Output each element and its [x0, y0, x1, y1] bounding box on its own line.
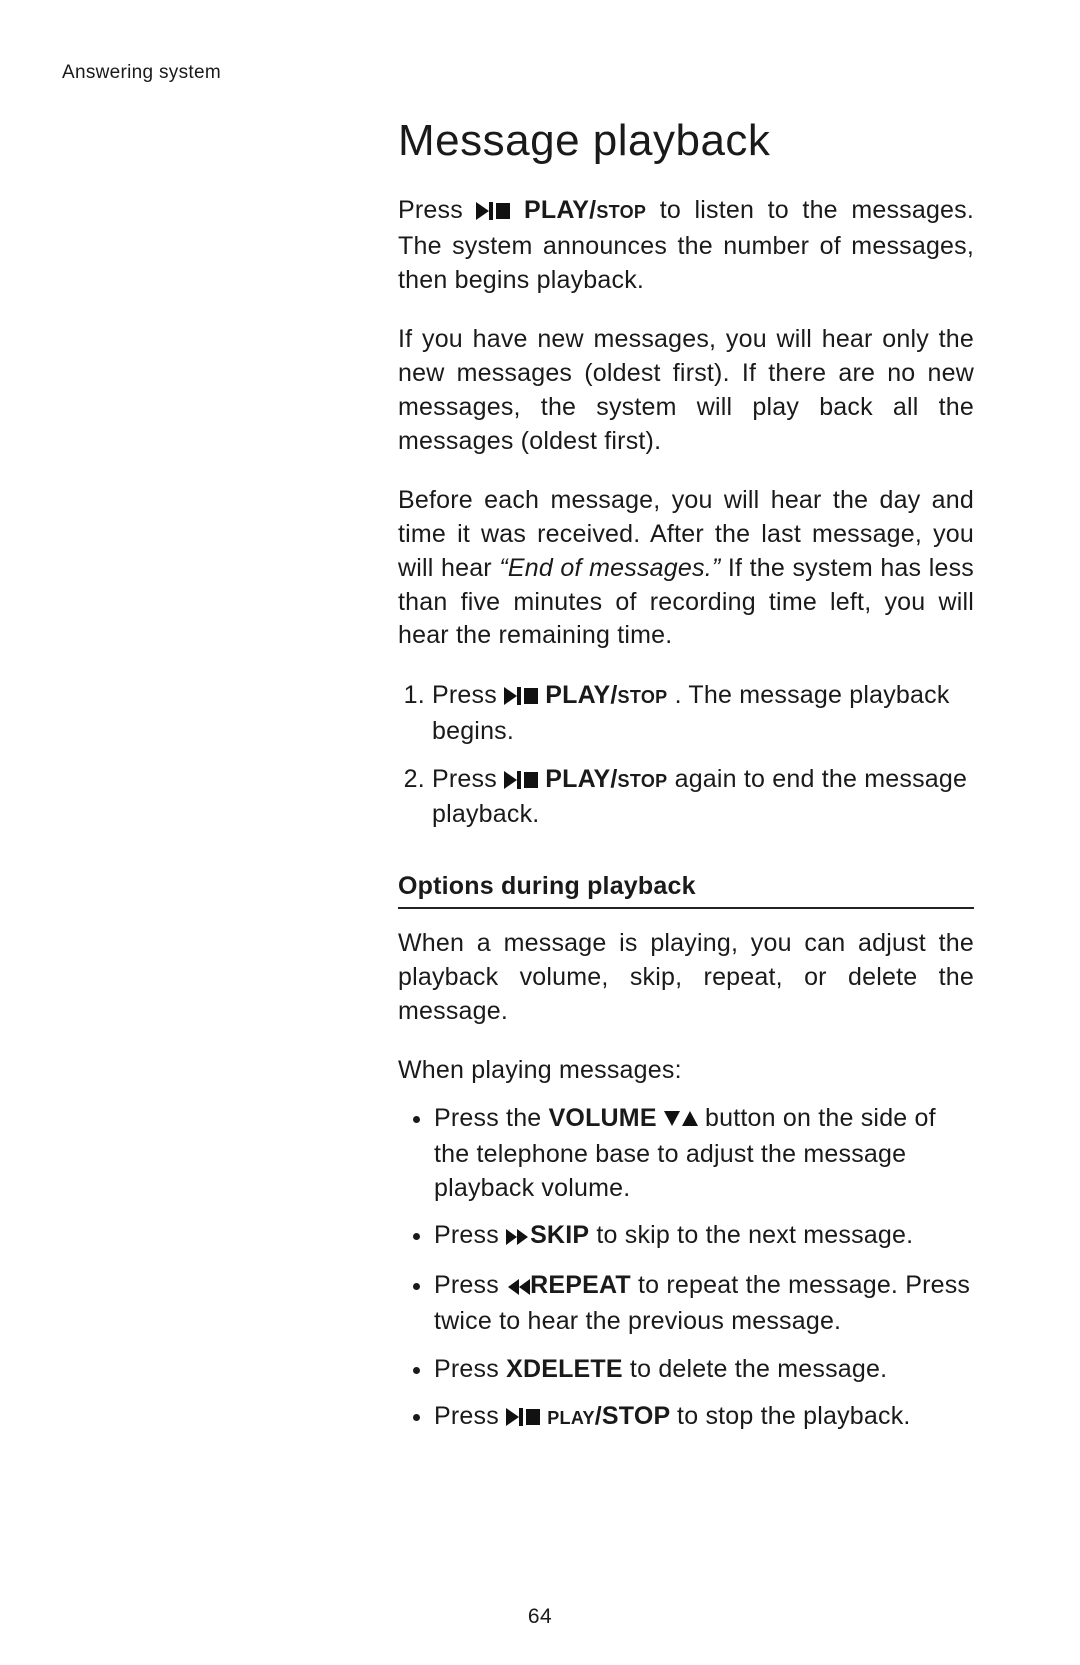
text: Press	[432, 681, 504, 709]
text-small-caps: stop	[618, 681, 668, 709]
text-bold: X	[506, 1355, 523, 1383]
text: to skip to the next message.	[596, 1221, 913, 1249]
paragraph: Before each message, you will hear the d…	[398, 484, 974, 653]
list-item: Press the VOLUME button on the side of t…	[434, 1102, 974, 1205]
play-stop-icon	[504, 765, 538, 799]
paragraph: When a message is playing, you can adjus…	[398, 927, 974, 1028]
text: Press	[434, 1221, 506, 1249]
text-bold: VOLUME	[549, 1104, 657, 1132]
text-italic: “End of messages.”	[499, 554, 720, 582]
bullet-list: Press the VOLUME button on the side of t…	[398, 1102, 974, 1436]
text: Press	[432, 765, 504, 793]
text-bold: REPEAT	[530, 1271, 631, 1299]
text: Press	[434, 1355, 506, 1383]
step: Press PLAY/stop again to end the message…	[432, 763, 974, 833]
list-item: Press XDELETE to delete the message.	[434, 1353, 974, 1387]
numbered-steps: Press PLAY/stop . The message playback b…	[398, 679, 974, 832]
play-stop-label: PLAY/stop	[504, 681, 675, 709]
text: /STOP	[595, 1402, 670, 1430]
list-item: Press REPEAT to repeat the message. Pres…	[434, 1269, 974, 1339]
text-bold: DELETE	[523, 1355, 623, 1383]
text: Press the	[434, 1104, 549, 1132]
text-bold: SKIP	[530, 1221, 589, 1249]
play-stop-icon	[506, 1402, 540, 1436]
list-item: Press SKIP to skip to the next message.	[434, 1219, 974, 1255]
text: PLAY/	[545, 681, 617, 709]
text-small-caps: stop	[618, 765, 668, 793]
text: PLAY/	[545, 765, 617, 793]
play-stop-label: play/STOP	[506, 1402, 677, 1430]
page-title: Message playback	[398, 116, 974, 166]
play-stop-icon	[504, 681, 538, 715]
text: Press	[434, 1271, 506, 1299]
rewind-icon	[506, 1271, 530, 1305]
text-small-caps: stop	[596, 196, 646, 224]
running-head: Answering system	[62, 62, 984, 84]
fast-forward-icon	[506, 1221, 530, 1255]
play-stop-icon	[476, 196, 510, 230]
play-stop-label: PLAY/stop	[504, 765, 675, 793]
step: Press PLAY/stop . The message playback b…	[432, 679, 974, 749]
volume-down-up-icon	[664, 1104, 698, 1138]
paragraph: Press PLAY/stop to listen to the message…	[398, 194, 974, 297]
text-small-caps: play	[547, 1402, 595, 1430]
text: to delete the message.	[630, 1355, 887, 1383]
list-item: Press play/STOP to stop the playback.	[434, 1400, 974, 1436]
content-column: Message playback Press PLAY/stop to list…	[398, 116, 974, 1436]
manual-page: Answering system Message playback Press …	[0, 0, 1080, 1665]
paragraph: If you have new messages, you will hear …	[398, 323, 974, 458]
text: PLAY/	[524, 196, 596, 224]
play-stop-label: PLAY/stop	[476, 196, 659, 224]
text: Press	[434, 1402, 506, 1430]
text: to stop the playback.	[677, 1402, 911, 1430]
paragraph: When playing messages:	[398, 1054, 974, 1088]
text: Press	[398, 196, 476, 224]
page-number: 64	[0, 1605, 1080, 1629]
section-heading: Options during playback	[398, 872, 974, 909]
